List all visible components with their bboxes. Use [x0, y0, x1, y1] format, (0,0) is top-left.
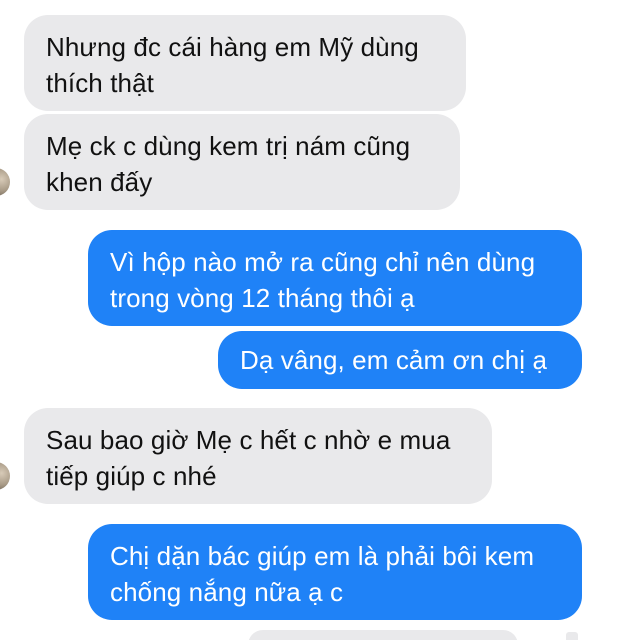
outgoing-message-bubble[interactable]: Dạ vâng, em cảm ơn chị ạ	[218, 331, 582, 389]
partial-element	[566, 632, 578, 640]
next-message-bubble-partial	[248, 630, 518, 640]
contact-avatar-icon[interactable]	[0, 168, 10, 196]
contact-avatar-icon[interactable]	[0, 462, 10, 490]
message-thread: Nhưng đc cái hàng em Mỹ dùng thích thật …	[0, 0, 622, 640]
incoming-message-bubble[interactable]: Nhưng đc cái hàng em Mỹ dùng thích thật	[24, 15, 466, 111]
outgoing-message-bubble[interactable]: Chị dặn bác giúp em là phải bôi kem chốn…	[88, 524, 582, 620]
incoming-message-bubble[interactable]: Sau bao giờ Mẹ c hết c nhờ e mua tiếp gi…	[24, 408, 492, 504]
incoming-message-bubble[interactable]: Mẹ ck c dùng kem trị nám cũng khen đấy	[24, 114, 460, 210]
outgoing-message-bubble[interactable]: Vì hộp nào mở ra cũng chỉ nên dùng trong…	[88, 230, 582, 326]
